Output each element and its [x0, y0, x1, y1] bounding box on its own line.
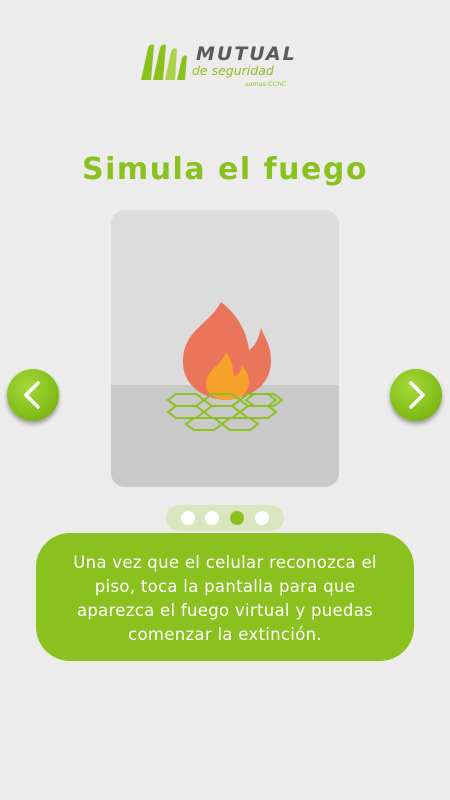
page-title: Simula el fuego: [82, 152, 368, 187]
chevron-left-icon: [24, 381, 40, 409]
instruction-line-4: comenzar la extinción.: [128, 625, 322, 644]
logo-tagline: somos CChC: [245, 80, 286, 88]
fire-icon: [183, 302, 271, 400]
page-dot-1[interactable]: [181, 511, 195, 525]
page-dot-2[interactable]: [205, 511, 219, 525]
instruction-line-3: aparezca el fuego virtual y puedas: [76, 601, 374, 620]
logo-wordmark: MUTUAL: [196, 43, 297, 65]
mutual-logo: MUTUAL de seguridad somos CChC: [138, 42, 313, 92]
next-button[interactable]: [390, 369, 442, 421]
chevron-right-icon: [409, 381, 425, 409]
previous-button[interactable]: [7, 369, 59, 421]
page-dot-3-active[interactable]: [230, 511, 244, 525]
fire-grid-illustration: [166, 302, 284, 431]
illustration-card: [111, 210, 339, 487]
page-dot-4[interactable]: [255, 511, 269, 525]
logo-mark-icon: [141, 44, 187, 80]
instruction-line-1: Una vez que el celular reconozca el: [73, 553, 377, 572]
page-indicator: [166, 505, 284, 531]
instruction-text: Una vez que el celular reconozca el piso…: [36, 551, 414, 647]
instruction-bubble: Una vez que el celular reconozca el piso…: [36, 533, 414, 661]
instruction-line-2: piso, toca la pantalla para que: [94, 577, 356, 596]
logo-subtitle: de seguridad: [192, 63, 274, 78]
